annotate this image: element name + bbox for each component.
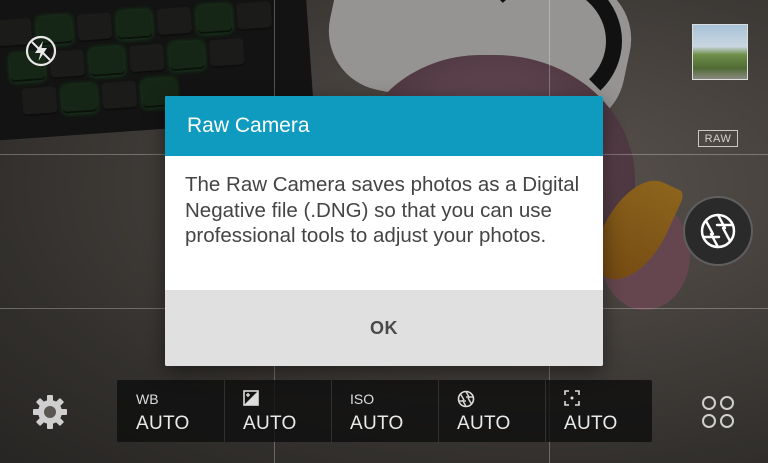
raw-mode-badge: RAW (698, 130, 738, 147)
setting-value: AUTO (136, 413, 190, 434)
settings-button[interactable] (30, 392, 70, 432)
camera-modes-button[interactable] (700, 394, 736, 430)
setting-value: AUTO (350, 413, 404, 434)
raw-camera-dialog: Raw Camera The Raw Camera saves photos a… (165, 96, 603, 366)
exposure-setting[interactable]: AUTO (224, 380, 331, 442)
setting-value: AUTO (243, 413, 297, 434)
iso-setting[interactable]: ISO AUTO (331, 380, 438, 442)
exposure-icon (243, 390, 259, 408)
dialog-message: The Raw Camera saves photos as a Digital… (185, 173, 580, 247)
manual-settings-bar: WB AUTO AUTO ISO AUTO AUTO AUTO (117, 380, 652, 442)
dialog-footer: OK (165, 290, 603, 366)
flash-auto-icon (25, 35, 57, 67)
ok-button[interactable]: OK (350, 310, 418, 347)
setting-label: WB (136, 391, 159, 407)
flash-toggle-button[interactable] (24, 34, 58, 68)
shutter-speed-setting[interactable]: AUTO (438, 380, 545, 442)
modes-grid-icon (702, 396, 734, 428)
gear-icon (33, 395, 67, 429)
focus-icon (564, 390, 580, 408)
gallery-thumbnail[interactable] (692, 24, 748, 80)
shutter-button[interactable] (683, 196, 753, 266)
setting-value: AUTO (564, 413, 618, 434)
setting-value: AUTO (457, 413, 511, 434)
shutter-speed-icon (457, 390, 475, 408)
focus-setting[interactable]: AUTO (545, 380, 652, 442)
white-balance-setting[interactable]: WB AUTO (117, 380, 224, 442)
aperture-icon (700, 213, 736, 249)
setting-label: ISO (350, 391, 375, 407)
dialog-title: Raw Camera (165, 96, 603, 156)
